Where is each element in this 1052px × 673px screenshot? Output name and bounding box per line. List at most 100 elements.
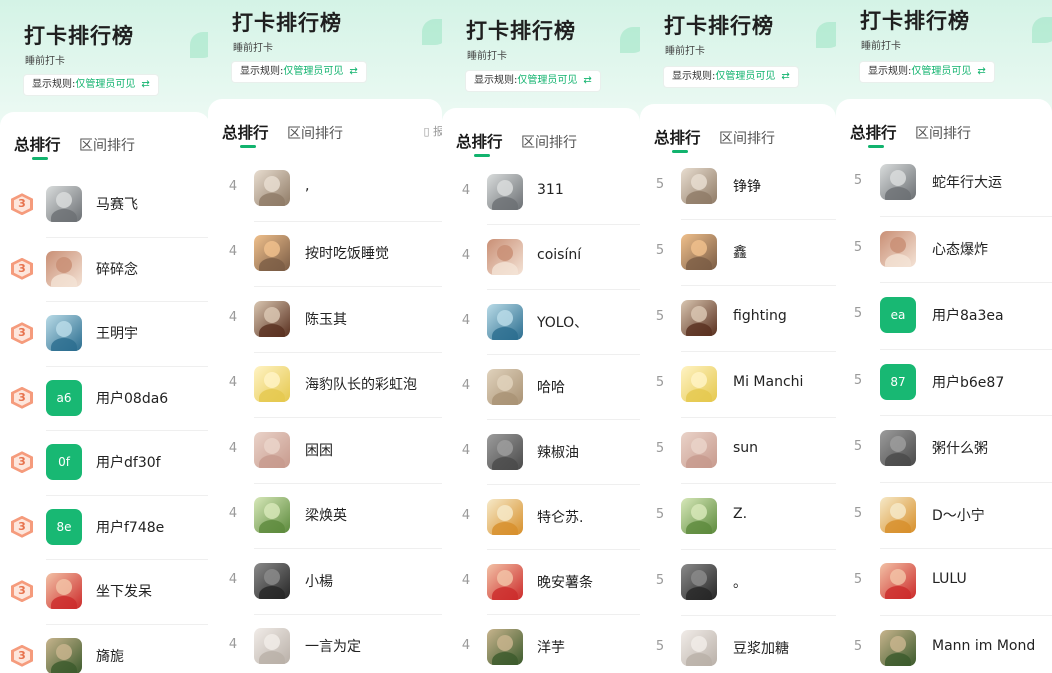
avatar[interactable] — [46, 573, 82, 610]
display-rule-button[interactable]: 显示规则:仅管理员可见 ⇄ — [232, 62, 366, 82]
ranking-row[interactable]: 4, — [208, 155, 442, 221]
ranking-row[interactable]: 4 洋芋 — [442, 614, 640, 673]
ranking-row[interactable]: 5 87 用户b6e87 — [836, 348, 1052, 416]
avatar[interactable] — [487, 563, 523, 600]
ranking-row[interactable]: 4 一言为定 — [208, 613, 442, 673]
avatar[interactable] — [254, 431, 290, 468]
tab-interval-ranking[interactable]: 区间排行 — [521, 132, 577, 152]
avatar[interactable]: ea — [880, 297, 916, 334]
avatar[interactable] — [46, 186, 82, 223]
tab-interval-ranking[interactable]: 区间排行 — [719, 128, 775, 148]
avatar[interactable] — [681, 498, 717, 534]
avatar[interactable]: 0f — [46, 444, 82, 481]
avatar[interactable] — [487, 433, 523, 470]
ranking-row[interactable]: 5 Mann im Mond — [836, 614, 1052, 673]
rank-number: 4 — [228, 244, 238, 260]
avatar[interactable] — [880, 230, 916, 267]
ranking-row[interactable]: 4 coisíní — [442, 224, 640, 289]
ranking-row[interactable]: 3 坐下发呆 — [0, 559, 210, 624]
ranking-row[interactable]: 4 困困 — [208, 417, 442, 483]
avatar[interactable] — [880, 563, 916, 600]
avatar[interactable] — [681, 366, 717, 402]
active-tab-indicator — [474, 154, 490, 157]
avatar[interactable] — [681, 630, 717, 666]
ranking-row[interactable]: 4 按时吃饭睡觉 — [208, 220, 442, 287]
display-rule-button[interactable]: 显示规则:仅管理员可见 ⇄ — [24, 75, 158, 95]
avatar[interactable] — [254, 235, 290, 272]
ranking-row[interactable]: 5 D～小宁 — [836, 481, 1052, 549]
ranking-row[interactable]: 4 YOLO、 — [442, 289, 640, 354]
avatar[interactable]: a6 — [46, 379, 82, 416]
ranking-row[interactable]: 4 小楊 — [208, 548, 442, 614]
checkin-subtitle: 睡前打卡 — [25, 56, 65, 67]
avatar[interactable] — [880, 430, 916, 467]
avatar[interactable] — [254, 300, 290, 337]
tab-interval-ranking[interactable]: 区间排行 — [79, 135, 135, 155]
avatar[interactable] — [254, 366, 290, 403]
avatar[interactable] — [681, 168, 717, 204]
avatar[interactable] — [681, 564, 717, 600]
tab-total-ranking[interactable]: 总排行 — [222, 121, 269, 143]
ranking-row[interactable]: 4 梁焕英 — [208, 482, 442, 549]
avatar[interactable] — [46, 315, 82, 352]
ranking-row[interactable]: 5 sun — [640, 417, 836, 483]
ranking-row[interactable]: 3 a6 用户08da6 — [0, 365, 210, 431]
ranking-row[interactable]: 4 海豹队长的彩虹泡 — [208, 351, 442, 418]
avatar[interactable] — [880, 164, 916, 201]
avatar[interactable] — [487, 173, 523, 210]
avatar[interactable]: 87 — [880, 363, 916, 400]
avatar[interactable] — [487, 498, 523, 535]
ranking-row[interactable]: 5 ea 用户8a3ea — [836, 282, 1052, 349]
ranking-row[interactable]: 3 马赛飞 — [0, 172, 210, 237]
ranking-row[interactable]: 4 辣椒油 — [442, 419, 640, 484]
avatar[interactable] — [254, 562, 290, 599]
row-divider — [880, 548, 1052, 549]
ranking-row[interactable]: 3 8e 用户f748e — [0, 494, 210, 560]
avatar[interactable] — [681, 234, 717, 270]
ranking-row[interactable]: 5 心态爆炸 — [836, 215, 1052, 283]
avatar[interactable] — [487, 628, 523, 665]
ranking-row[interactable]: 3 旖旎 — [0, 623, 210, 673]
ranking-row[interactable]: 4 哈哈 — [442, 354, 640, 419]
avatar[interactable] — [681, 432, 717, 468]
avatar[interactable] — [254, 628, 290, 665]
ranking-row[interactable]: 5 LULU — [836, 548, 1052, 615]
ranking-row[interactable]: 5 豆浆加糖 — [640, 615, 836, 673]
avatar[interactable] — [46, 250, 82, 287]
ranking-row[interactable]: 5 粥什么粥 — [836, 415, 1052, 482]
avatar[interactable]: 8e — [46, 508, 82, 545]
tab-interval-ranking[interactable]: 区间排行 — [915, 123, 971, 143]
ranking-row[interactable]: 4 陈玉其 — [208, 286, 442, 352]
avatar[interactable] — [681, 300, 717, 336]
report-link[interactable]: ▯ 报 — [423, 123, 442, 139]
display-rule-button[interactable]: 显示规则:仅管理员可见 ⇄ — [664, 67, 798, 87]
avatar[interactable] — [880, 496, 916, 533]
avatar[interactable] — [487, 238, 523, 275]
ranking-row[interactable]: 4 特仑苏. — [442, 484, 640, 549]
avatar[interactable] — [880, 629, 916, 666]
tab-interval-ranking[interactable]: 区间排行 — [287, 123, 343, 143]
ranking-row[interactable]: 5 Z. — [640, 483, 836, 549]
avatar[interactable] — [487, 368, 523, 405]
ranking-row[interactable]: 5 fighting — [640, 285, 836, 351]
display-rule-button[interactable]: 显示规则:仅管理员可见 ⇄ — [466, 71, 600, 91]
tab-total-ranking[interactable]: 总排行 — [654, 126, 701, 148]
avatar[interactable] — [254, 169, 290, 206]
ranking-row[interactable]: 5。 — [640, 549, 836, 615]
avatar[interactable] — [46, 637, 82, 673]
ranking-row[interactable]: 5 铮铮 — [640, 153, 836, 219]
ranking-row[interactable]: 5 鑫 — [640, 219, 836, 285]
ranking-row[interactable]: 3 0f 用户df30f — [0, 430, 210, 495]
avatar[interactable] — [487, 303, 523, 340]
ranking-row[interactable]: 5 蛇年行大运 — [836, 149, 1052, 216]
ranking-row[interactable]: 5 Mi Manchi — [640, 351, 836, 417]
avatar[interactable] — [254, 497, 290, 534]
tab-total-ranking[interactable]: 总排行 — [850, 121, 897, 143]
tab-total-ranking[interactable]: 总排行 — [14, 133, 61, 155]
display-rule-button[interactable]: 显示规则:仅管理员可见 ⇄ — [860, 62, 994, 82]
ranking-row[interactable]: 3 碎碎念 — [0, 236, 210, 302]
ranking-row[interactable]: 4 311 — [442, 159, 640, 224]
tab-total-ranking[interactable]: 总排行 — [456, 130, 503, 152]
ranking-row[interactable]: 4 晚安薯条 — [442, 549, 640, 614]
ranking-row[interactable]: 3 王明宇 — [0, 301, 210, 366]
